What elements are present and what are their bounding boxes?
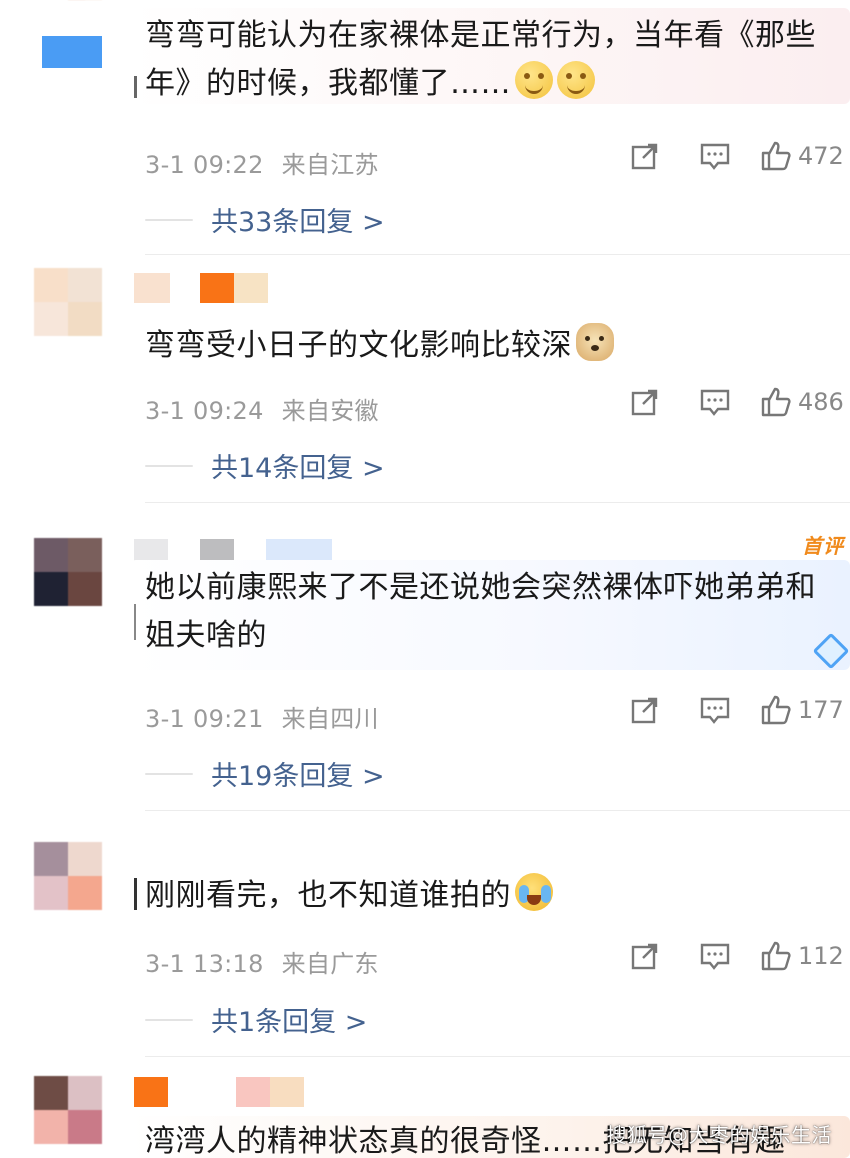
comment-actions: 177	[610, 694, 850, 726]
blurred-username[interactable]	[134, 273, 170, 303]
share-icon	[631, 697, 658, 724]
username-row	[134, 272, 268, 304]
comment-text: 弯弯受小日子的文化影响比较深	[145, 322, 840, 370]
comment-button[interactable]	[680, 387, 750, 417]
comment-actions: 486	[610, 386, 850, 418]
thumbs-up-icon	[761, 387, 791, 417]
avatar[interactable]	[34, 842, 102, 910]
comment-icon	[700, 143, 730, 170]
avatar[interactable]	[34, 1076, 102, 1144]
reply-divider-dash	[145, 218, 193, 221]
comment-location: 来自广东	[281, 950, 379, 978]
like-button[interactable]: 486	[750, 386, 850, 418]
like-button[interactable]: 177	[750, 694, 850, 726]
share-button[interactable]	[610, 387, 680, 417]
level-badge	[134, 1077, 168, 1107]
comment-actions: 112	[610, 940, 850, 972]
comment-divider	[145, 502, 850, 503]
comment-location: 来自安徽	[281, 397, 379, 425]
comment-meta: 3-1 13:18 来自广东	[145, 944, 379, 979]
view-replies-link[interactable]: 共33条回复 >	[145, 200, 385, 239]
comment-location: 来自江苏	[281, 151, 379, 179]
share-button[interactable]	[610, 941, 680, 971]
comment-meta: 3-1 09:21 来自四川	[145, 699, 379, 734]
comment-meta: 3-1 09:24 来自安徽	[145, 391, 379, 426]
like-count: 472	[798, 142, 844, 170]
like-button[interactable]: 112	[750, 940, 850, 972]
comment-time: 3-1 13:18	[145, 950, 264, 978]
avatar[interactable]	[34, 538, 102, 606]
like-count: 177	[798, 696, 844, 724]
level-badge	[200, 273, 234, 303]
comment-meta: 3-1 09:22 来自江苏	[145, 145, 379, 180]
comment-button[interactable]	[680, 695, 750, 725]
text-cursor	[134, 76, 137, 98]
like-count: 112	[798, 942, 844, 970]
share-icon	[631, 943, 658, 970]
comment-time: 3-1 09:24	[145, 397, 264, 425]
view-replies-link[interactable]: 共19条回复 >	[145, 754, 385, 793]
comment-actions: 472	[610, 140, 850, 172]
smile-emoji	[557, 61, 595, 99]
comment-button[interactable]	[680, 141, 750, 171]
blurred-badge	[270, 1077, 304, 1107]
like-count: 486	[798, 388, 844, 416]
reply-divider-dash	[145, 772, 193, 775]
comment-divider	[145, 254, 850, 255]
username-row	[134, 1076, 304, 1108]
comment-text: 她以前康熙来了不是还说她会突然裸体吓她弟弟和姐夫啥的	[145, 570, 816, 653]
text-cursor	[134, 604, 136, 640]
share-button[interactable]	[610, 695, 680, 725]
comment-icon	[700, 943, 730, 970]
comment-location: 来自四川	[281, 705, 379, 733]
cry-laugh-emoji	[515, 873, 553, 911]
comment-time: 3-1 09:22	[145, 151, 264, 179]
comment-divider	[145, 810, 850, 811]
share-button[interactable]	[610, 141, 680, 171]
comment-text: 弯弯可能认为在家裸体是正常行为，当年看《那些年》的时候，我都懂了……	[145, 18, 816, 101]
comment-divider	[145, 1056, 850, 1057]
thumbs-up-icon	[761, 695, 791, 725]
like-button[interactable]: 472	[750, 140, 850, 172]
share-icon	[631, 143, 658, 170]
blurred-badge	[234, 273, 268, 303]
view-replies-link[interactable]: 共1条回复 >	[145, 1000, 367, 1039]
comment-time: 3-1 09:21	[145, 705, 264, 733]
doge-emoji	[576, 323, 614, 361]
smile-emoji	[515, 61, 553, 99]
reply-divider-dash	[145, 1018, 193, 1021]
watermark: 搜狐号@大枣的娱乐生活	[606, 1123, 832, 1147]
thumbs-up-icon	[761, 941, 791, 971]
reply-divider-dash	[145, 464, 193, 467]
blurred-username-tag	[42, 36, 102, 68]
text-cursor	[134, 878, 137, 910]
view-replies-link[interactable]: 共14条回复 >	[145, 446, 385, 485]
comment-text: 刚刚看完，也不知道谁拍的	[145, 872, 840, 920]
comment-icon	[700, 389, 730, 416]
share-icon	[631, 389, 658, 416]
first-comment-badge: 首评	[802, 534, 844, 558]
avatar[interactable]	[34, 268, 102, 336]
comment-icon	[700, 697, 730, 724]
thumbs-up-icon	[761, 141, 791, 171]
blurred-badge	[236, 1077, 270, 1107]
comment-button[interactable]	[680, 941, 750, 971]
